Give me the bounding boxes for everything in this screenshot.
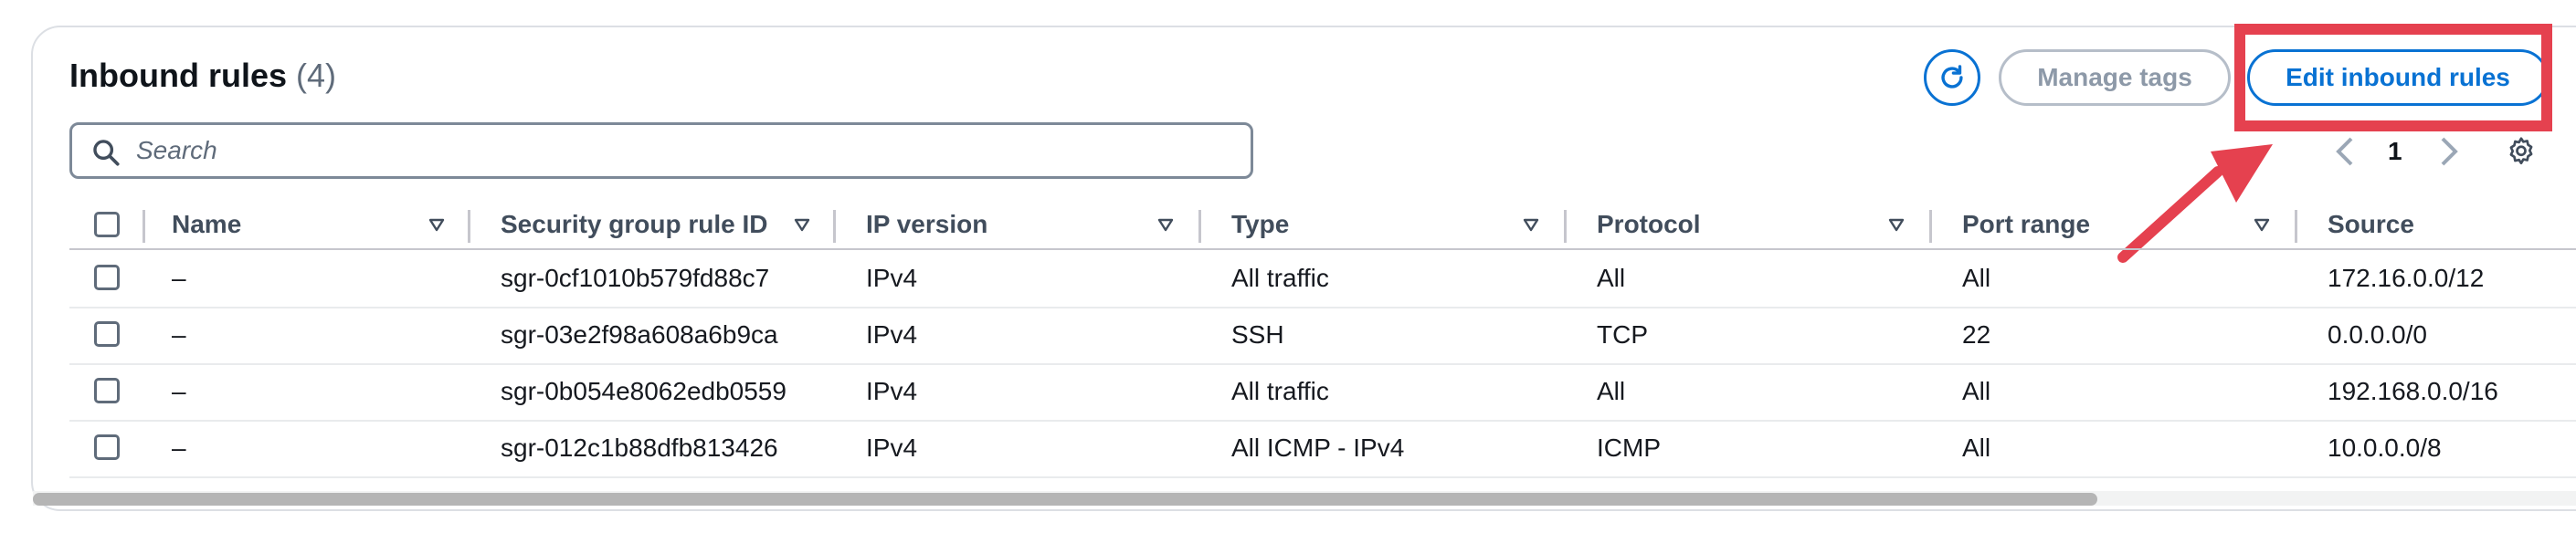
gear-icon[interactable] <box>2505 135 2538 168</box>
sort-icon[interactable] <box>1520 214 1542 235</box>
cell-protocol: All <box>1597 377 1626 405</box>
cell-name: – <box>172 264 186 292</box>
cell-protocol: TCP <box>1597 320 1648 349</box>
cell-type: SSH <box>1231 320 1284 349</box>
cell-protocol: ICMP <box>1597 434 1661 462</box>
manage-tags-button[interactable]: Manage tags <box>1999 49 2231 106</box>
sort-icon[interactable] <box>1155 214 1177 235</box>
chevron-left-icon[interactable] <box>2333 135 2359 168</box>
column-header-type[interactable]: Type <box>1231 201 1289 248</box>
cell-port-range: All <box>1962 377 1991 405</box>
row-checkbox[interactable] <box>94 434 120 460</box>
cell-rule-id: sgr-0b054e8062edb0559 <box>501 377 787 405</box>
chevron-right-icon[interactable] <box>2435 135 2461 168</box>
cell-name: – <box>172 377 186 405</box>
sort-icon[interactable] <box>791 214 813 235</box>
sort-icon[interactable] <box>2251 214 2273 235</box>
cell-rule-id: sgr-012c1b88dfb813426 <box>501 434 778 462</box>
horizontal-scrollbar-thumb[interactable] <box>33 493 2097 506</box>
current-page-number[interactable]: 1 <box>2388 137 2402 166</box>
column-divider[interactable] <box>1929 210 1932 243</box>
cell-ip-version: IPv4 <box>866 320 918 349</box>
column-divider[interactable] <box>1564 210 1567 243</box>
cell-port-range: 22 <box>1962 320 1991 349</box>
select-all-checkbox[interactable] <box>94 212 120 237</box>
column-header-ip-version[interactable]: IP version <box>866 201 987 248</box>
column-header-name[interactable]: Name <box>172 201 241 248</box>
column-header-protocol[interactable]: Protocol <box>1597 201 1701 248</box>
search-icon <box>93 140 120 166</box>
cell-ip-version: IPv4 <box>866 434 918 462</box>
column-divider[interactable] <box>468 210 470 243</box>
cell-rule-id: sgr-03e2f98a608a6b9ca <box>501 320 778 349</box>
column-header-source[interactable]: Source <box>2328 201 2414 248</box>
column-header-port-range[interactable]: Port range <box>1962 201 2090 248</box>
cell-rule-id: sgr-0cf1010b579fd88c7 <box>501 264 770 292</box>
column-divider[interactable] <box>143 210 145 243</box>
cell-type: All traffic <box>1231 377 1329 405</box>
cell-ip-version: IPv4 <box>866 377 918 405</box>
cell-name: – <box>172 434 186 462</box>
table-row[interactable]: – sgr-012c1b88dfb813426 IPv4 All ICMP - … <box>69 420 2576 478</box>
table-row[interactable]: – sgr-03e2f98a608a6b9ca IPv4 SSH TCP 22 … <box>69 307 2576 365</box>
table-header: Name Security group rule ID IP version T… <box>69 201 2576 250</box>
column-divider[interactable] <box>833 210 836 243</box>
search-field[interactable] <box>69 122 1253 179</box>
annotation-highlight-box <box>2234 24 2552 131</box>
page-title: Inbound rules (4) <box>69 57 336 95</box>
refresh-icon <box>1941 65 1963 89</box>
table-row[interactable]: – sgr-0b054e8062edb0559 IPv4 All traffic… <box>69 363 2576 422</box>
cell-protocol: All <box>1597 264 1626 292</box>
rule-count: (4) <box>296 57 336 94</box>
sort-icon[interactable] <box>1885 214 1907 235</box>
cell-ip-version: IPv4 <box>866 264 918 292</box>
search-input[interactable] <box>134 135 1143 166</box>
sort-icon[interactable] <box>426 214 448 235</box>
cell-type: All ICMP - IPv4 <box>1231 434 1405 462</box>
row-checkbox[interactable] <box>94 378 120 403</box>
cell-source: 0.0.0.0/0 <box>2328 320 2427 349</box>
row-checkbox[interactable] <box>94 321 120 347</box>
column-header-rule-id[interactable]: Security group rule ID <box>501 201 768 248</box>
refresh-button[interactable] <box>1924 49 1980 106</box>
title-text: Inbound rules <box>69 57 287 94</box>
cell-type: All traffic <box>1231 264 1329 292</box>
cell-port-range: All <box>1962 434 1991 462</box>
cell-source: 172.16.0.0/12 <box>2328 264 2485 292</box>
table-row[interactable]: – sgr-0cf1010b579fd88c7 IPv4 All traffic… <box>69 250 2576 308</box>
column-divider[interactable] <box>1198 210 1201 243</box>
cell-source: 10.0.0.0/8 <box>2328 434 2442 462</box>
column-divider[interactable] <box>2295 210 2297 243</box>
cell-source: 192.168.0.0/16 <box>2328 377 2498 405</box>
row-checkbox[interactable] <box>94 265 120 290</box>
cell-port-range: All <box>1962 264 1991 292</box>
cell-name: – <box>172 320 186 349</box>
